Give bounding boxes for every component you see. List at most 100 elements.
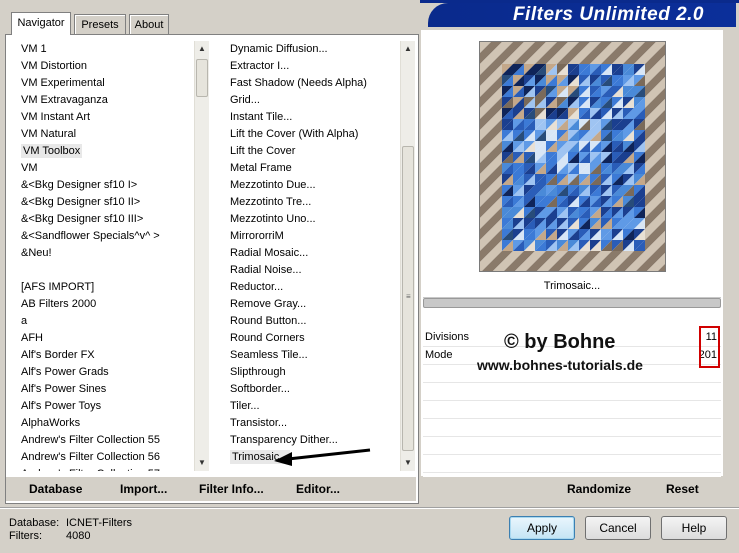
- filter-item[interactable]: Mezzotinto Due...: [230, 177, 398, 194]
- category-item[interactable]: VM Instant Art: [21, 109, 194, 126]
- filter-item-label: Grid...: [230, 94, 260, 106]
- scroll-up-icon[interactable]: ▲: [401, 41, 415, 57]
- category-item[interactable]: &Neu!: [21, 245, 194, 262]
- filter-item[interactable]: Grid...: [230, 92, 398, 109]
- category-item[interactable]: Andrew's Filter Collection 57: [21, 466, 194, 471]
- filter-item-label: Tiler...: [230, 400, 260, 412]
- category-item[interactable]: AlphaWorks: [21, 415, 194, 432]
- cancel-button[interactable]: Cancel: [585, 516, 651, 540]
- editor-button[interactable]: Editor...: [296, 480, 340, 498]
- filter-item[interactable]: Round Button...: [230, 313, 398, 330]
- category-item-label: VM Natural: [21, 128, 77, 140]
- filter-item[interactable]: Softborder...: [230, 381, 398, 398]
- category-item[interactable]: AB Filters 2000: [21, 296, 194, 313]
- filter-list[interactable]: Dynamic Diffusion... Extractor I... Fast S…: [226, 41, 398, 471]
- help-button[interactable]: Help: [661, 516, 727, 540]
- category-item[interactable]: VM: [21, 160, 194, 177]
- filter-item[interactable]: Radial Mosaic...: [230, 245, 398, 262]
- watermark-url: www.bohnes-tutorials.de: [477, 357, 643, 373]
- category-item[interactable]: VM Distortion: [21, 58, 194, 75]
- reset-button[interactable]: Reset: [666, 480, 699, 498]
- category-item[interactable]: VM Toolbox: [21, 143, 194, 160]
- tab-navigator[interactable]: Navigator: [11, 12, 71, 35]
- filter-item[interactable]: Metal Frame: [230, 160, 398, 177]
- category-item[interactable]: Alf's Power Toys: [21, 398, 194, 415]
- filter-scroll-thumb[interactable]: ≡: [402, 146, 414, 451]
- filter-item[interactable]: Instant Tile...: [230, 109, 398, 126]
- filter-item-label: Metal Frame: [230, 162, 292, 174]
- category-item[interactable]: Alf's Border FX: [21, 347, 194, 364]
- category-item-label: VM Experimental: [21, 77, 105, 89]
- category-scroll-thumb[interactable]: [196, 59, 208, 97]
- tab-presets[interactable]: Presets: [74, 14, 126, 34]
- filter-item[interactable]: Seamless Tile...: [230, 347, 398, 364]
- filter-item[interactable]: Transistor...: [230, 415, 398, 432]
- filter-item[interactable]: Radial Noise...: [230, 262, 398, 279]
- randomize-button[interactable]: Randomize: [567, 480, 631, 498]
- category-item[interactable]: &<Sandflower Specials^v^ >: [21, 228, 194, 245]
- filter-item-label: Lift the Cover (With Alpha): [230, 128, 359, 140]
- category-item[interactable]: &<Bkg Designer sf10 I>: [21, 177, 194, 194]
- category-item-label: VM Distortion: [21, 60, 88, 72]
- highlight-box: [699, 326, 720, 368]
- category-scrollbar[interactable]: ▲ ▼: [194, 41, 209, 471]
- category-item[interactable]: a: [21, 313, 194, 330]
- filter-item-label: Round Corners: [230, 332, 305, 344]
- scroll-up-icon[interactable]: ▲: [195, 41, 209, 57]
- category-item[interactable]: VM Extravaganza: [21, 92, 194, 109]
- filter-item-label: Mezzotinto Tre...: [230, 196, 312, 208]
- category-item-label: AlphaWorks: [21, 417, 81, 429]
- filter-item[interactable]: Slipthrough: [230, 364, 398, 381]
- filter-item[interactable]: Lift the Cover: [230, 143, 398, 160]
- category-item[interactable]: AFH: [21, 330, 194, 347]
- category-item[interactable]: Alf's Power Grads: [21, 364, 194, 381]
- category-item[interactable]: Andrew's Filter Collection 56: [21, 449, 194, 466]
- filter-item[interactable]: Mezzotinto Uno...: [230, 211, 398, 228]
- scroll-down-icon[interactable]: ▼: [401, 455, 415, 471]
- category-item-label: VM: [21, 162, 38, 174]
- tab-about[interactable]: About: [129, 14, 169, 34]
- category-item[interactable]: VM Natural: [21, 126, 194, 143]
- parameter-row-empty: [423, 455, 721, 473]
- filter-item-label: Radial Mosaic...: [230, 247, 309, 259]
- filter-item[interactable]: Remove Gray...: [230, 296, 398, 313]
- category-item-label: VM 1: [21, 43, 47, 55]
- filter-item[interactable]: Fast Shadow (Needs Alpha): [230, 75, 398, 92]
- apply-button[interactable]: Apply: [509, 516, 575, 540]
- filter-info-button[interactable]: Filter Info...: [199, 480, 264, 498]
- filter-item[interactable]: Dynamic Diffusion...: [230, 41, 398, 58]
- category-item[interactable]: [AFS IMPORT]: [21, 279, 194, 296]
- category-item[interactable]: Andrew's Filter Collection 55: [21, 432, 194, 449]
- category-item-label: a: [21, 315, 28, 327]
- category-item-label: Andrew's Filter Collection 55: [21, 434, 161, 446]
- filter-item[interactable]: Round Corners: [230, 330, 398, 347]
- filter-item-label: Radial Noise...: [230, 264, 302, 276]
- scroll-down-icon[interactable]: ▼: [195, 455, 209, 471]
- category-item[interactable]: VM Experimental: [21, 75, 194, 92]
- filter-item[interactable]: MirrororriM: [230, 228, 398, 245]
- filter-item[interactable]: Mezzotinto Tre...: [230, 194, 398, 211]
- filter-item[interactable]: Tiler...: [230, 398, 398, 415]
- database-label: Database:: [9, 517, 60, 529]
- category-item-label: VM Extravaganza: [21, 94, 108, 106]
- category-item[interactable]: Alf's Power Sines: [21, 381, 194, 398]
- category-list[interactable]: VM 1 VM Distortion VM Experimental VM Extra…: [17, 41, 194, 471]
- category-item-label: VM Instant Art: [21, 111, 91, 123]
- filter-scrollbar[interactable]: ▲ ≡ ▼: [400, 41, 415, 471]
- category-item[interactable]: VM 1: [21, 41, 194, 58]
- filter-item[interactable]: Extractor I...: [230, 58, 398, 75]
- category-item-label: Andrew's Filter Collection 56: [21, 451, 161, 463]
- category-item[interactable]: &<Bkg Designer sf10 III>: [21, 211, 194, 228]
- category-item-label: VM Toolbox: [21, 144, 83, 158]
- filter-item-label: Softborder...: [230, 383, 290, 395]
- preview-slider[interactable]: [423, 298, 721, 308]
- app-title: Filters Unlimited 2.0: [428, 3, 736, 27]
- filter-item[interactable]: Reductor...: [230, 279, 398, 296]
- filter-item[interactable]: Lift the Cover (With Alpha): [230, 126, 398, 143]
- import-button[interactable]: Import...: [120, 480, 167, 498]
- category-item-label: Alf's Power Grads: [21, 366, 109, 378]
- database-button[interactable]: Database: [29, 480, 82, 498]
- parameter-label: Mode: [425, 349, 453, 361]
- category-item[interactable]: &<Bkg Designer sf10 II>: [21, 194, 194, 211]
- category-item-label: Alf's Border FX: [21, 349, 95, 361]
